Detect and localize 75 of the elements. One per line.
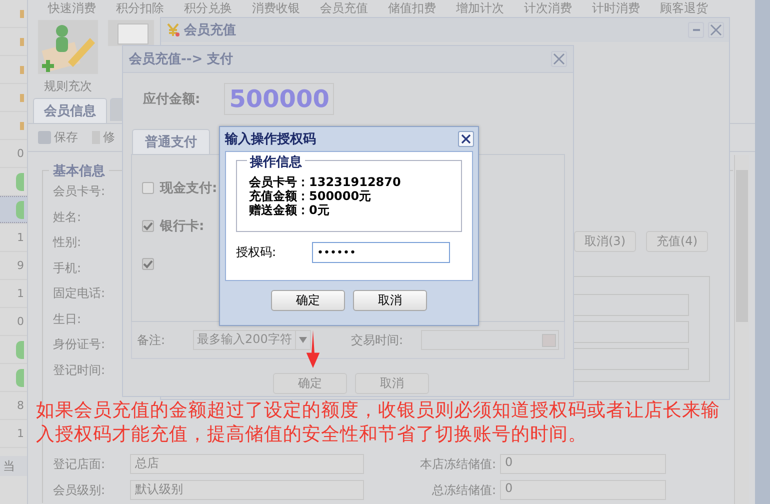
- input-field[interactable]: 总店: [130, 454, 364, 474]
- field-label: 固定电话:: [53, 286, 106, 300]
- field-label: 会员级别:: [53, 482, 106, 498]
- minimize-button[interactable]: [688, 22, 704, 38]
- menu-item[interactable]: 顾客退货: [660, 0, 708, 16]
- date-field[interactable]: [421, 330, 559, 350]
- menu-item[interactable]: 计时消费: [592, 0, 640, 16]
- checkbox[interactable]: [142, 258, 154, 270]
- group-title: 操作信息: [247, 153, 305, 171]
- window-title: 会员充值: [184, 22, 237, 39]
- note-combo-box[interactable]: 最多输入200字符: [193, 330, 311, 350]
- info-line: 会员卡号：13231912870: [249, 175, 402, 189]
- payment-method-label: 银行卡:: [160, 218, 204, 235]
- field-label: 生日:: [53, 312, 82, 326]
- list-value: 8: [17, 399, 24, 412]
- ribbon-button[interactable]: 规则充次: [38, 20, 98, 95]
- dialog-button[interactable]: 确定: [273, 373, 347, 394]
- person-pencil-icon: [38, 20, 98, 74]
- field-label: 登记店面:: [53, 456, 106, 472]
- field-label: 总冻结储值:: [430, 482, 496, 498]
- menu-item[interactable]: 会员充值: [320, 0, 368, 16]
- list-value: 0: [17, 147, 24, 160]
- field-label: 姓名:: [53, 210, 82, 224]
- list-value: 0: [17, 315, 24, 328]
- status-bar: 当: [0, 456, 27, 476]
- menu-item[interactable]: 增加计次: [456, 0, 504, 16]
- action-button[interactable]: 取消(3): [574, 231, 636, 252]
- menu-item[interactable]: 快速消费: [48, 0, 96, 16]
- group-title: 基本信息: [49, 162, 109, 180]
- menu-item[interactable]: 积分扣除: [116, 0, 164, 16]
- input-field[interactable]: 0: [500, 454, 666, 474]
- field-label: 手机:: [53, 260, 82, 274]
- dialog-button[interactable]: 取消: [353, 290, 427, 311]
- dialog-title: 输入操作授权码: [225, 130, 316, 148]
- action-button[interactable]: 充值(4): [646, 231, 708, 252]
- list-value: 1: [17, 287, 24, 300]
- yen-icon: [166, 23, 180, 37]
- field-label: 交易时间:: [351, 332, 404, 348]
- tab[interactable]: 会员信息: [33, 98, 107, 123]
- info-line: 充值金额：500000元: [249, 189, 372, 203]
- password-field[interactable]: ••••••: [312, 242, 450, 263]
- checkbox[interactable]: [142, 182, 154, 194]
- close-button[interactable]: [458, 131, 474, 147]
- list-value: 9: [17, 259, 24, 272]
- list-value: 1: [17, 231, 24, 244]
- field-label: 性别:: [53, 235, 82, 249]
- annotation-text: 如果会员充值的金额超过了设定的额度，收银员则必须知道授权码或者让店长来输入授权码才能充值，提高储值的安全性和节省了切换账号的时间。: [36, 399, 721, 447]
- input-field[interactable]: 默认级别: [130, 480, 364, 500]
- caret-icon: [299, 337, 307, 343]
- field-label: 身份证号:: [53, 337, 106, 351]
- checkbox[interactable]: [142, 220, 154, 232]
- input-field[interactable]: 0: [500, 480, 666, 500]
- menu-item[interactable]: 储值扣费: [388, 0, 436, 16]
- amount-value: 500000: [224, 83, 334, 115]
- menu-item[interactable]: 消费收银: [252, 0, 300, 16]
- dialog-button[interactable]: 取消: [355, 373, 429, 394]
- toolbar-button[interactable]: 修: [92, 129, 115, 146]
- field-label: 登记时间:: [53, 362, 106, 376]
- field-label: 授权码:: [236, 244, 278, 261]
- menu-item[interactable]: 积分兑换: [184, 0, 232, 16]
- dialog-button[interactable]: 确定: [271, 290, 345, 311]
- list-value: 1: [17, 427, 24, 440]
- tab[interactable]: 普通支付: [132, 129, 210, 154]
- payment-method-label: 现金支付:: [160, 180, 218, 197]
- field-label: 会员卡号:: [53, 184, 106, 198]
- toolbar-button[interactable]: 保存: [38, 129, 78, 146]
- field-label: 备注:: [137, 332, 166, 348]
- status-icon[interactable]: [0, 196, 27, 223]
- envelope-icon[interactable]: [108, 20, 154, 46]
- menu-item[interactable]: 计次消费: [524, 0, 572, 16]
- info-line: 赠送金额：0元: [249, 203, 330, 217]
- amount-label: 应付金额:: [143, 90, 200, 108]
- field-label: 本店冻结储值:: [418, 456, 496, 472]
- window-title: 会员充值--> 支付: [129, 50, 234, 68]
- calendar-icon[interactable]: [542, 334, 556, 346]
